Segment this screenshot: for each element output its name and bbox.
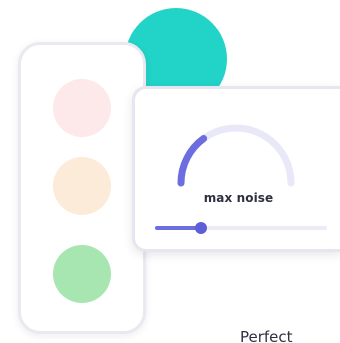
noise-gauge — [177, 124, 295, 187]
noise-slider[interactable] — [155, 221, 327, 235]
amber-light — [53, 157, 111, 215]
noise-label: max noise — [203, 191, 274, 205]
noise-card: max noise — [132, 86, 340, 252]
traffic-light-card — [18, 42, 146, 334]
slider-thumb[interactable] — [195, 222, 208, 234]
red-light — [53, 79, 111, 137]
caption-text: Perfect — [240, 328, 293, 343]
gauge-fill — [177, 135, 208, 187]
gauge-track — [177, 124, 295, 187]
green-light — [53, 245, 111, 303]
illustration: max noise Perfect — [0, 0, 340, 343]
